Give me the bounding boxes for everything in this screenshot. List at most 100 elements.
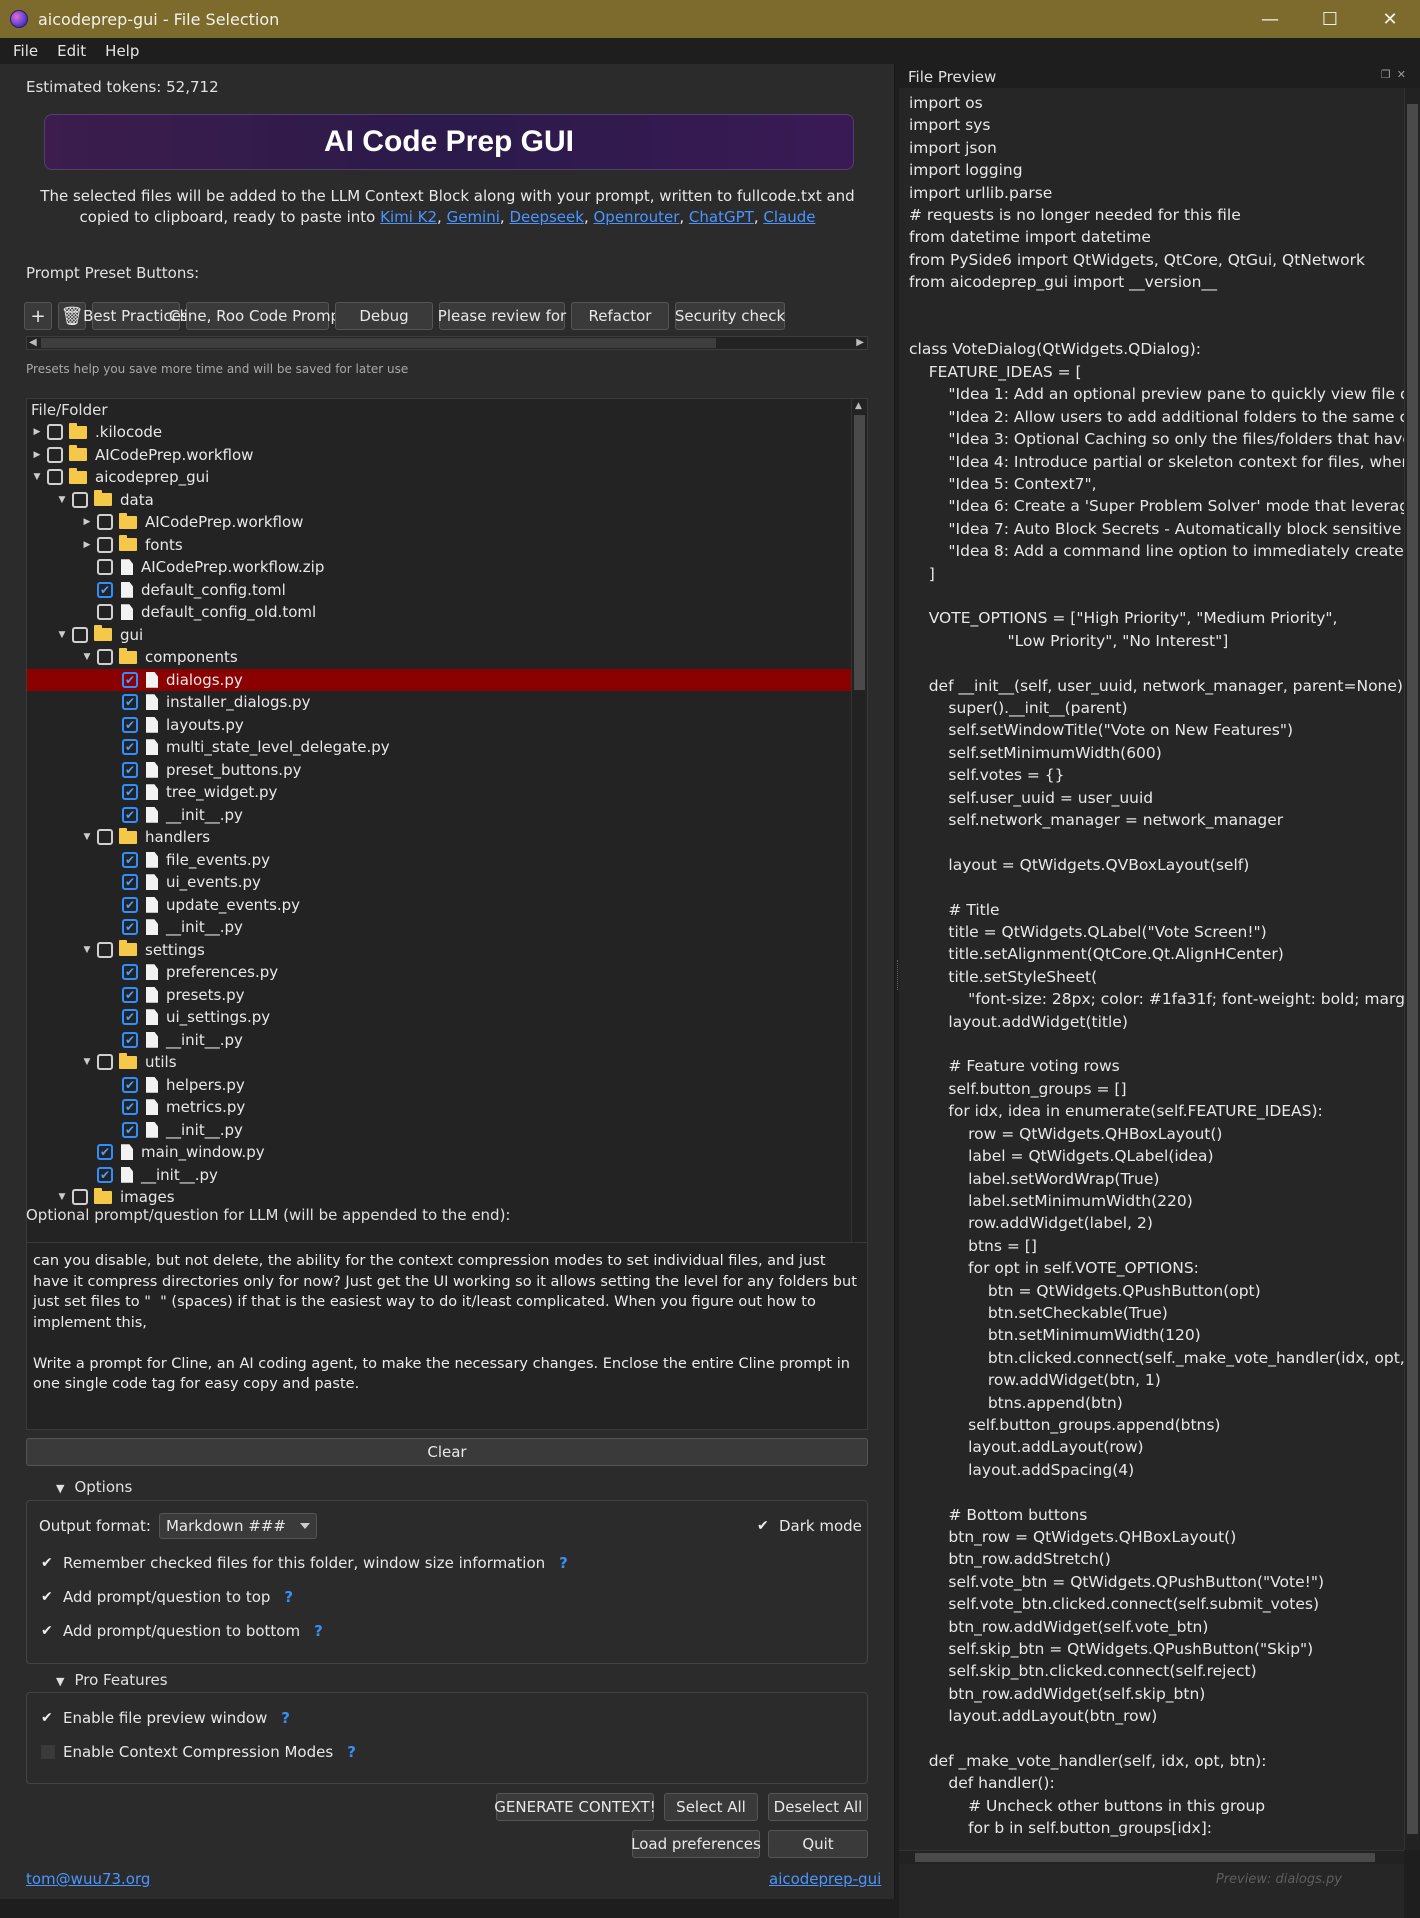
tree-file-row[interactable]: ✔ layouts.py <box>27 714 853 737</box>
collapsed-arrow-icon[interactable]: ▶ <box>31 450 43 460</box>
collapsed-arrow-icon[interactable]: ▶ <box>31 427 43 437</box>
checkbox-unchecked-icon[interactable] <box>72 1189 88 1206</box>
checkbox-unchecked-icon[interactable] <box>97 649 113 666</box>
footer-email-link[interactable]: tom@wuu73.org <box>26 1870 150 1888</box>
checkbox-checked-icon[interactable]: ✔ <box>41 1623 57 1639</box>
clear-button[interactable]: Clear <box>26 1438 868 1466</box>
expanded-arrow-icon[interactable]: ▼ <box>81 945 93 955</box>
checkbox-unchecked-icon[interactable] <box>97 514 113 531</box>
help-icon[interactable]: ? <box>559 1554 568 1572</box>
expanded-arrow-icon[interactable]: ▼ <box>81 1057 93 1067</box>
checkbox-unchecked-icon[interactable] <box>47 424 63 441</box>
output-format-select[interactable]: Markdown ### <box>158 1513 317 1539</box>
tree-folder-row[interactable]: ▼ settings <box>27 939 853 962</box>
checkbox-checked-icon[interactable]: ✔ <box>97 1144 113 1161</box>
tree-folder-row[interactable]: ▶ .kilocode <box>27 421 853 444</box>
checkbox-unchecked-icon[interactable] <box>97 604 113 621</box>
option-prompt-bottom[interactable]: ✔ Add prompt/question to bottom ? <box>41 1622 323 1640</box>
link-deepseek[interactable]: Deepseek <box>509 208 584 226</box>
preset-please-review[interactable]: Please review for <box>438 302 566 330</box>
menu-file[interactable]: File <box>13 42 38 60</box>
dock-close-icon[interactable]: ✕ <box>1397 68 1412 81</box>
checkbox-checked-icon[interactable]: ✔ <box>122 896 138 913</box>
help-icon[interactable]: ? <box>281 1709 290 1727</box>
code-preview[interactable]: import os import sys import json import … <box>899 88 1404 1918</box>
checkbox-checked-icon[interactable]: ✔ <box>122 1009 138 1026</box>
tree-file-row[interactable]: ✔ default_config.toml <box>27 579 853 602</box>
tree-folder-row[interactable]: ▼ components <box>27 646 853 669</box>
tree-scrollbar[interactable]: ▲ ▼ <box>851 399 867 1259</box>
close-icon[interactable]: ✕ <box>1360 0 1420 38</box>
tree-file-row[interactable]: ✔ main_window.py <box>27 1141 853 1164</box>
checkbox-checked-icon[interactable]: ✔ <box>757 1518 773 1534</box>
collapsed-arrow-icon[interactable]: ▶ <box>81 517 93 527</box>
link-claude[interactable]: Claude <box>763 208 815 226</box>
preview-hscrollbar[interactable] <box>899 1850 1404 1864</box>
preset-refactor[interactable]: Refactor <box>571 302 669 330</box>
float-icon[interactable]: ❐ <box>1381 68 1397 81</box>
tree-file-row[interactable]: AICodePrep.workflow.zip <box>27 556 853 579</box>
checkbox-checked-icon[interactable]: ✔ <box>122 1031 138 1048</box>
tree-file-row[interactable]: ✔ dialogs.py <box>27 668 853 691</box>
checkbox-unchecked-icon[interactable] <box>47 446 63 463</box>
preset-security-check[interactable]: Security check <box>675 302 785 330</box>
tree-file-row[interactable]: ✔ metrics.py <box>27 1096 853 1119</box>
tree-file-row[interactable]: ✔ update_events.py <box>27 894 853 917</box>
checkbox-unchecked-icon[interactable] <box>97 941 113 958</box>
checkbox-checked-icon[interactable]: ✔ <box>122 761 138 778</box>
checkbox-checked-icon[interactable]: ✔ <box>122 694 138 711</box>
option-file-preview[interactable]: ✔ Enable file preview window ? <box>41 1709 290 1727</box>
preset-cline-roo[interactable]: Cline, Roo Code Prompt <box>169 302 346 330</box>
link-kimi[interactable]: Kimi K2 <box>380 208 437 226</box>
dark-mode-row[interactable]: ✔ Dark mode <box>757 1517 862 1535</box>
maximize-icon[interactable]: ☐ <box>1300 0 1360 38</box>
checkbox-checked-icon[interactable]: ✔ <box>122 986 138 1003</box>
checkbox-unchecked-icon[interactable] <box>97 1054 113 1071</box>
menu-edit[interactable]: Edit <box>57 42 86 60</box>
tree-file-row[interactable]: ✔ __init__.py <box>27 1029 853 1052</box>
footer-project-link[interactable]: aicodeprep-gui <box>769 1870 881 1888</box>
tree-file-row[interactable]: ✔ preset_buttons.py <box>27 759 853 782</box>
checkbox-checked-icon[interactable]: ✔ <box>122 1076 138 1093</box>
pro-features-header[interactable]: ▼ Pro Features <box>56 1671 168 1689</box>
tree-folder-row[interactable]: ▼ gui <box>27 624 853 647</box>
expanded-arrow-icon[interactable]: ▼ <box>56 630 68 640</box>
checkbox-checked-icon[interactable]: ✔ <box>41 1555 57 1571</box>
checkbox-unchecked-icon[interactable] <box>97 536 113 553</box>
tree-folder-row[interactable]: ▶ AICodePrep.workflow <box>27 444 853 467</box>
tree-file-row[interactable]: ✔ multi_state_level_delegate.py <box>27 736 853 759</box>
tree-file-row[interactable]: ✔ helpers.py <box>27 1074 853 1097</box>
expanded-arrow-icon[interactable]: ▼ <box>31 472 43 482</box>
expanded-arrow-icon[interactable]: ▼ <box>56 1192 68 1202</box>
checkbox-checked-icon[interactable]: ✔ <box>122 1121 138 1138</box>
trash-icon[interactable]: 🗑 <box>58 302 86 330</box>
preview-vscrollbar[interactable] <box>1404 88 1420 1850</box>
option-compression[interactable]: Enable Context Compression Modes ? <box>41 1743 356 1761</box>
option-prompt-top[interactable]: ✔ Add prompt/question to top ? <box>41 1588 293 1606</box>
tree-file-row[interactable]: ✔ file_events.py <box>27 849 853 872</box>
tree-folder-row[interactable]: ▶ AICodePrep.workflow <box>27 511 853 534</box>
tree-file-row[interactable]: ✔ __init__.py <box>27 916 853 939</box>
help-icon[interactable]: ? <box>347 1743 356 1761</box>
tree-file-row[interactable]: ✔ tree_widget.py <box>27 781 853 804</box>
link-chatgpt[interactable]: ChatGPT <box>689 208 754 226</box>
scroll-right-icon[interactable]: ▶ <box>856 337 864 348</box>
preset-best-practices[interactable]: Best Practices <box>83 302 189 330</box>
quit-button[interactable]: Quit <box>768 1830 868 1858</box>
help-icon[interactable]: ? <box>314 1622 323 1640</box>
checkbox-unchecked-icon[interactable] <box>72 491 88 508</box>
load-preferences-button[interactable]: Load preferences <box>631 1830 761 1858</box>
collapsed-arrow-icon[interactable]: ▶ <box>81 540 93 550</box>
preset-scrollbar[interactable]: ◀ ▶ <box>26 336 868 350</box>
deselect-all-button[interactable]: Deselect All <box>768 1793 868 1821</box>
tree-file-row[interactable]: ✔ ui_events.py <box>27 871 853 894</box>
checkbox-checked-icon[interactable]: ✔ <box>122 851 138 868</box>
checkbox-checked-icon[interactable]: ✔ <box>122 919 138 936</box>
help-icon[interactable]: ? <box>284 1588 293 1606</box>
tree-file-row[interactable]: ✔ __init__.py <box>27 1119 853 1142</box>
tree-file-row[interactable]: ✔ installer_dialogs.py <box>27 691 853 714</box>
checkbox-checked-icon[interactable]: ✔ <box>122 1099 138 1116</box>
generate-context-button[interactable]: GENERATE CONTEXT! <box>494 1793 656 1821</box>
checkbox-unchecked-icon[interactable] <box>72 626 88 643</box>
checkbox-checked-icon[interactable]: ✔ <box>97 581 113 598</box>
